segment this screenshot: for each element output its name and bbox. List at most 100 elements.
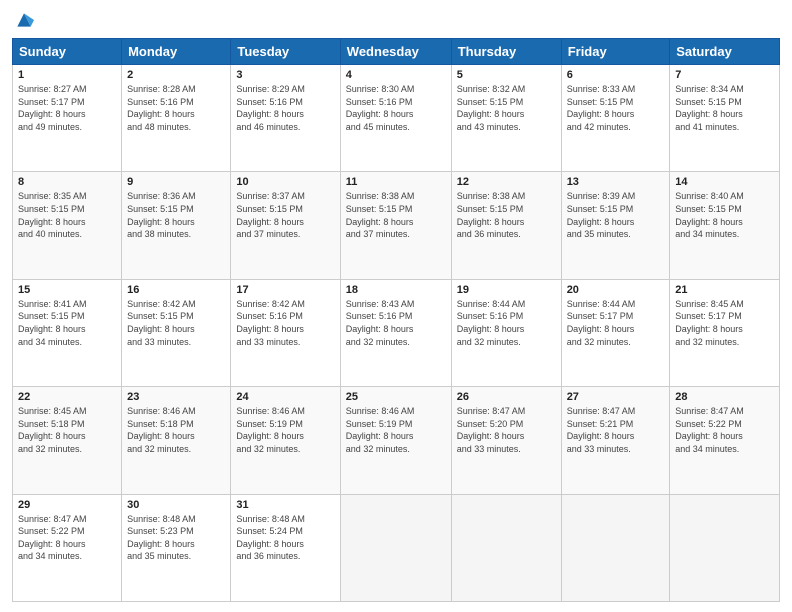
day-info: Sunrise: 8:47 AM Sunset: 5:22 PM Dayligh… <box>18 513 116 563</box>
day-info: Sunrise: 8:47 AM Sunset: 5:21 PM Dayligh… <box>567 405 665 455</box>
calendar-day-cell: 13 Sunrise: 8:39 AM Sunset: 5:15 PM Dayli… <box>561 172 670 279</box>
day-number: 23 <box>127 391 225 403</box>
calendar-day-cell: 31 Sunrise: 8:48 AM Sunset: 5:24 PM Dayli… <box>231 494 340 601</box>
day-info: Sunrise: 8:46 AM Sunset: 5:19 PM Dayligh… <box>236 405 334 455</box>
calendar-day-cell: 8 Sunrise: 8:35 AM Sunset: 5:15 PM Daylig… <box>13 172 122 279</box>
calendar-day-cell: 2 Sunrise: 8:28 AM Sunset: 5:16 PM Daylig… <box>122 65 231 172</box>
top-section <box>12 10 780 30</box>
calendar-table: SundayMondayTuesdayWednesdayThursdayFrid… <box>12 38 780 602</box>
calendar-day-cell: 10 Sunrise: 8:37 AM Sunset: 5:15 PM Dayli… <box>231 172 340 279</box>
day-info: Sunrise: 8:42 AM Sunset: 5:16 PM Dayligh… <box>236 298 334 348</box>
day-info: Sunrise: 8:48 AM Sunset: 5:23 PM Dayligh… <box>127 513 225 563</box>
calendar-day-cell: 14 Sunrise: 8:40 AM Sunset: 5:15 PM Dayli… <box>670 172 780 279</box>
day-number: 7 <box>675 69 774 81</box>
calendar-day-cell: 29Sunrise: 8:47 AM Sunset: 5:22 PM Dayli… <box>13 494 122 601</box>
calendar-day-cell: 19 Sunrise: 8:44 AM Sunset: 5:16 PM Dayli… <box>451 279 561 386</box>
day-info: Sunrise: 8:35 AM Sunset: 5:15 PM Dayligh… <box>18 190 116 240</box>
calendar-day-cell: 15Sunrise: 8:41 AM Sunset: 5:15 PM Dayli… <box>13 279 122 386</box>
day-info: Sunrise: 8:48 AM Sunset: 5:24 PM Dayligh… <box>236 513 334 563</box>
calendar-day-cell <box>451 494 561 601</box>
day-info: Sunrise: 8:45 AM Sunset: 5:17 PM Dayligh… <box>675 298 774 348</box>
calendar-day-cell <box>340 494 451 601</box>
calendar-week-row: 1 Sunrise: 8:27 AM Sunset: 5:17 PM Daylig… <box>13 65 780 172</box>
calendar-day-cell: 6 Sunrise: 8:33 AM Sunset: 5:15 PM Daylig… <box>561 65 670 172</box>
day-number: 1 <box>18 69 116 81</box>
calendar-day-cell: 22 Sunrise: 8:45 AM Sunset: 5:18 PM Dayli… <box>13 387 122 494</box>
day-info: Sunrise: 8:45 AM Sunset: 5:18 PM Dayligh… <box>18 405 116 455</box>
day-number: 12 <box>457 176 556 188</box>
calendar-day-cell: 27Sunrise: 8:47 AM Sunset: 5:21 PM Dayli… <box>561 387 670 494</box>
calendar-day-cell: 1 Sunrise: 8:27 AM Sunset: 5:17 PM Daylig… <box>13 65 122 172</box>
calendar-week-row: 15Sunrise: 8:41 AM Sunset: 5:15 PM Dayli… <box>13 279 780 386</box>
day-number: 18 <box>346 284 446 296</box>
day-info: Sunrise: 8:30 AM Sunset: 5:16 PM Dayligh… <box>346 83 446 133</box>
day-info: Sunrise: 8:46 AM Sunset: 5:19 PM Dayligh… <box>346 405 446 455</box>
calendar-week-row: 8 Sunrise: 8:35 AM Sunset: 5:15 PM Daylig… <box>13 172 780 279</box>
calendar-day-cell <box>561 494 670 601</box>
day-number: 14 <box>675 176 774 188</box>
calendar-day-cell: 5 Sunrise: 8:32 AM Sunset: 5:15 PM Daylig… <box>451 65 561 172</box>
logo <box>12 10 34 30</box>
day-info: Sunrise: 8:42 AM Sunset: 5:15 PM Dayligh… <box>127 298 225 348</box>
calendar-weekday-friday: Friday <box>561 39 670 65</box>
calendar-weekday-thursday: Thursday <box>451 39 561 65</box>
calendar-day-cell: 28 Sunrise: 8:47 AM Sunset: 5:22 PM Dayli… <box>670 387 780 494</box>
day-info: Sunrise: 8:40 AM Sunset: 5:15 PM Dayligh… <box>675 190 774 240</box>
calendar-weekday-tuesday: Tuesday <box>231 39 340 65</box>
day-info: Sunrise: 8:28 AM Sunset: 5:16 PM Dayligh… <box>127 83 225 133</box>
day-info: Sunrise: 8:47 AM Sunset: 5:22 PM Dayligh… <box>675 405 774 455</box>
day-number: 26 <box>457 391 556 403</box>
day-number: 8 <box>18 176 116 188</box>
day-info: Sunrise: 8:33 AM Sunset: 5:15 PM Dayligh… <box>567 83 665 133</box>
day-number: 21 <box>675 284 774 296</box>
calendar-weekday-sunday: Sunday <box>13 39 122 65</box>
day-info: Sunrise: 8:29 AM Sunset: 5:16 PM Dayligh… <box>236 83 334 133</box>
calendar-weekday-monday: Monday <box>122 39 231 65</box>
day-info: Sunrise: 8:44 AM Sunset: 5:16 PM Dayligh… <box>457 298 556 348</box>
logo-icon <box>14 10 34 30</box>
day-number: 19 <box>457 284 556 296</box>
calendar-weekday-wednesday: Wednesday <box>340 39 451 65</box>
day-number: 6 <box>567 69 665 81</box>
page-container: SundayMondayTuesdayWednesdayThursdayFrid… <box>0 0 792 612</box>
calendar-day-cell: 26Sunrise: 8:47 AM Sunset: 5:20 PM Dayli… <box>451 387 561 494</box>
calendar-day-cell: 11Sunrise: 8:38 AM Sunset: 5:15 PM Dayli… <box>340 172 451 279</box>
day-info: Sunrise: 8:32 AM Sunset: 5:15 PM Dayligh… <box>457 83 556 133</box>
day-number: 22 <box>18 391 116 403</box>
calendar-day-cell: 4 Sunrise: 8:30 AM Sunset: 5:16 PM Daylig… <box>340 65 451 172</box>
day-info: Sunrise: 8:36 AM Sunset: 5:15 PM Dayligh… <box>127 190 225 240</box>
day-number: 25 <box>346 391 446 403</box>
calendar-weekday-saturday: Saturday <box>670 39 780 65</box>
calendar-day-cell: 12 Sunrise: 8:38 AM Sunset: 5:15 PM Dayli… <box>451 172 561 279</box>
day-number: 24 <box>236 391 334 403</box>
day-info: Sunrise: 8:37 AM Sunset: 5:15 PM Dayligh… <box>236 190 334 240</box>
day-info: Sunrise: 8:44 AM Sunset: 5:17 PM Dayligh… <box>567 298 665 348</box>
calendar-day-cell: 20 Sunrise: 8:44 AM Sunset: 5:17 PM Dayli… <box>561 279 670 386</box>
day-number: 3 <box>236 69 334 81</box>
calendar-header-row: SundayMondayTuesdayWednesdayThursdayFrid… <box>13 39 780 65</box>
calendar-day-cell: 16Sunrise: 8:42 AM Sunset: 5:15 PM Dayli… <box>122 279 231 386</box>
calendar-day-cell: 25 Sunrise: 8:46 AM Sunset: 5:19 PM Dayli… <box>340 387 451 494</box>
calendar-day-cell: 23 Sunrise: 8:46 AM Sunset: 5:18 PM Dayli… <box>122 387 231 494</box>
day-number: 4 <box>346 69 446 81</box>
day-info: Sunrise: 8:39 AM Sunset: 5:15 PM Dayligh… <box>567 190 665 240</box>
day-info: Sunrise: 8:27 AM Sunset: 5:17 PM Dayligh… <box>18 83 116 133</box>
calendar-day-cell <box>670 494 780 601</box>
day-number: 2 <box>127 69 225 81</box>
calendar-day-cell: 30 Sunrise: 8:48 AM Sunset: 5:23 PM Dayli… <box>122 494 231 601</box>
day-number: 15 <box>18 284 116 296</box>
day-number: 20 <box>567 284 665 296</box>
day-number: 28 <box>675 391 774 403</box>
day-info: Sunrise: 8:34 AM Sunset: 5:15 PM Dayligh… <box>675 83 774 133</box>
day-info: Sunrise: 8:46 AM Sunset: 5:18 PM Dayligh… <box>127 405 225 455</box>
day-number: 13 <box>567 176 665 188</box>
calendar-day-cell: 21 Sunrise: 8:45 AM Sunset: 5:17 PM Dayli… <box>670 279 780 386</box>
calendar-day-cell: 17Sunrise: 8:42 AM Sunset: 5:16 PM Dayli… <box>231 279 340 386</box>
day-number: 30 <box>127 499 225 511</box>
day-number: 31 <box>236 499 334 511</box>
day-number: 11 <box>346 176 446 188</box>
day-info: Sunrise: 8:38 AM Sunset: 5:15 PM Dayligh… <box>457 190 556 240</box>
day-number: 5 <box>457 69 556 81</box>
day-number: 10 <box>236 176 334 188</box>
calendar-day-cell: 3 Sunrise: 8:29 AM Sunset: 5:16 PM Daylig… <box>231 65 340 172</box>
